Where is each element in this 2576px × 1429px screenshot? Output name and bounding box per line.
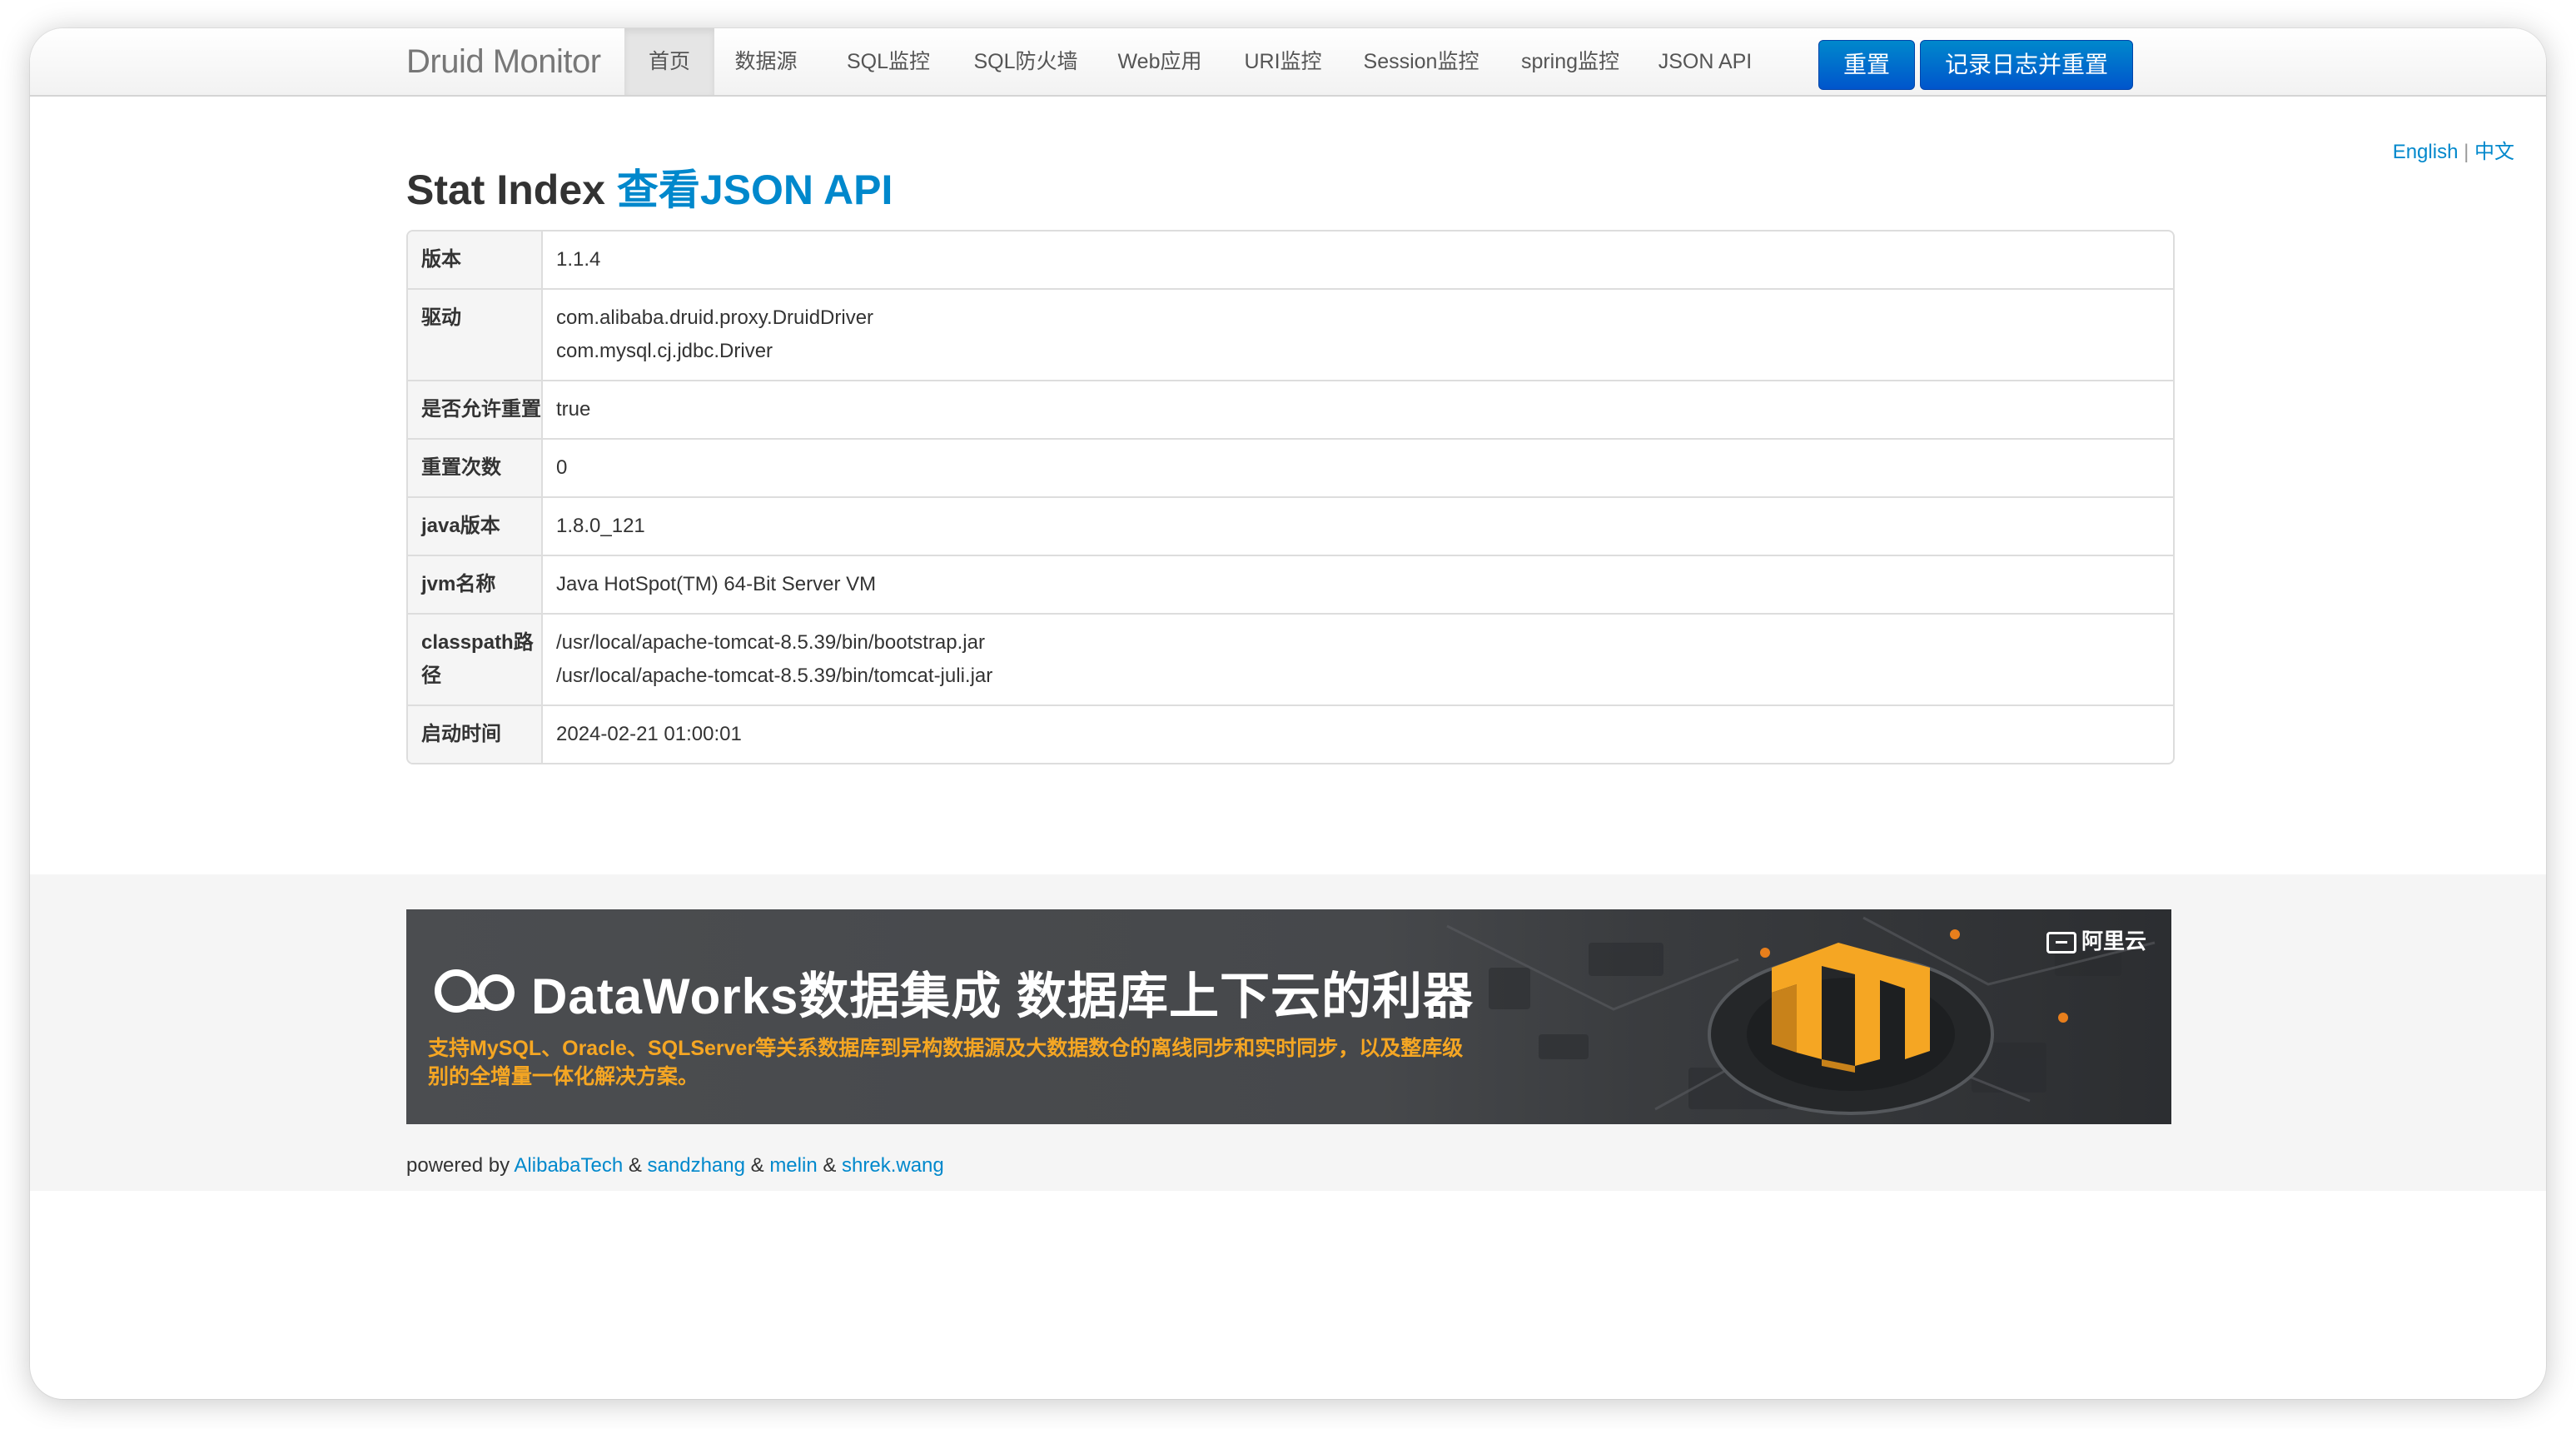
- row-value: true: [556, 398, 591, 421]
- table-row: classpath路径 /usr/local/apache-tomcat-8.5…: [408, 613, 2173, 705]
- table-row: jvm名称 Java HotSpot(TM) 64-Bit Server VM: [408, 555, 2173, 613]
- browser-window: Druid Monitor 首页 数据源 SQL监控 SQL防火墙 Web应用 …: [30, 28, 2546, 1399]
- log-and-reset-button[interactable]: 记录日志并重置: [1920, 40, 2133, 90]
- aliyun-logo: 阿里云: [2046, 924, 2146, 955]
- nav-json-api[interactable]: JSON API: [1649, 28, 1762, 95]
- table-row: 是否允许重置 true: [408, 380, 2173, 438]
- row-label: 版本: [408, 232, 543, 288]
- row-value: 1.8.0_121: [556, 515, 645, 537]
- lang-chinese-link[interactable]: 中文: [2474, 141, 2514, 163]
- table-row: 重置次数 0: [408, 438, 2173, 496]
- stat-table: 版本 1.1.4 驱动 com.alibaba.druid.proxy.Drui…: [406, 230, 2175, 764]
- row-label: 启动时间: [408, 706, 543, 763]
- row-label: 重置次数: [408, 440, 543, 496]
- reset-button[interactable]: 重置: [1818, 40, 1915, 90]
- page-title: Stat Index 查看JSON API: [406, 157, 893, 217]
- nav-sql-firewall[interactable]: SQL防火墙: [959, 28, 1092, 95]
- brand-logo[interactable]: Druid Monitor: [406, 43, 601, 81]
- row-value: Java HotSpot(TM) 64-Bit Server VM: [556, 573, 877, 595]
- powered-by: powered by AlibabaTech & sandzhang & mel…: [406, 1154, 944, 1177]
- nav-uri-monitor[interactable]: URI监控: [1229, 28, 1337, 95]
- sandzhang-link[interactable]: sandzhang: [648, 1154, 745, 1177]
- nav-web-app[interactable]: Web应用: [1104, 28, 1216, 95]
- table-row: 驱动 com.alibaba.druid.proxy.DruidDriver c…: [408, 288, 2173, 380]
- row-label: 是否允许重置: [408, 381, 543, 438]
- lang-english-link[interactable]: English: [2393, 141, 2459, 163]
- row-value: 1.1.4: [556, 248, 601, 271]
- navbar: Druid Monitor 首页 数据源 SQL监控 SQL防火墙 Web应用 …: [30, 28, 2546, 97]
- row-value: 0: [556, 456, 568, 479]
- row-label: 驱动: [408, 290, 543, 380]
- language-switch: English | 中文: [2393, 135, 2514, 164]
- nav-datasource[interactable]: 数据源: [721, 28, 811, 95]
- nav-sql-monitor[interactable]: SQL监控: [831, 28, 946, 95]
- nav-session-monitor[interactable]: Session监控: [1352, 28, 1490, 95]
- banner-title: DataWorks数据集成 数据库上下云的利器: [531, 968, 1474, 1024]
- nav-home[interactable]: 首页: [624, 28, 714, 95]
- table-row: java版本 1.8.0_121: [408, 496, 2173, 555]
- footer: DataWorks数据集成 数据库上下云的利器 支持MySQL、Oracle、S…: [30, 874, 2546, 1191]
- row-label: classpath路径: [408, 615, 543, 705]
- table-row: 版本 1.1.4: [408, 232, 2173, 288]
- view-json-api-link[interactable]: 查看JSON API: [617, 167, 893, 213]
- table-row: 启动时间 2024-02-21 01:00:01: [408, 705, 2173, 763]
- dataworks-ad-banner[interactable]: DataWorks数据集成 数据库上下云的利器 支持MySQL、Oracle、S…: [406, 909, 2171, 1124]
- alibabatech-link[interactable]: AlibabaTech: [514, 1154, 623, 1177]
- dataworks-logo-icon: [435, 969, 515, 1013]
- row-label: java版本: [408, 498, 543, 555]
- page-title-text: Stat Index: [406, 167, 617, 213]
- lang-separator: |: [2464, 141, 2469, 163]
- banner-subtitle: 支持MySQL、Oracle、SQLServer等关系数据库到异构数据源及大数据…: [428, 1037, 1464, 1088]
- row-value: /usr/local/apache-tomcat-8.5.39/bin/boot…: [556, 631, 993, 687]
- shrek-wang-link[interactable]: shrek.wang: [842, 1154, 944, 1177]
- row-value: 2024-02-21 01:00:01: [556, 723, 742, 745]
- row-value: com.alibaba.druid.proxy.DruidDriver com.…: [556, 306, 874, 362]
- aliyun-icon: [2046, 932, 2076, 954]
- nav-spring-monitor[interactable]: spring监控: [1505, 28, 1635, 95]
- melin-link[interactable]: melin: [769, 1154, 817, 1177]
- row-label: jvm名称: [408, 556, 543, 613]
